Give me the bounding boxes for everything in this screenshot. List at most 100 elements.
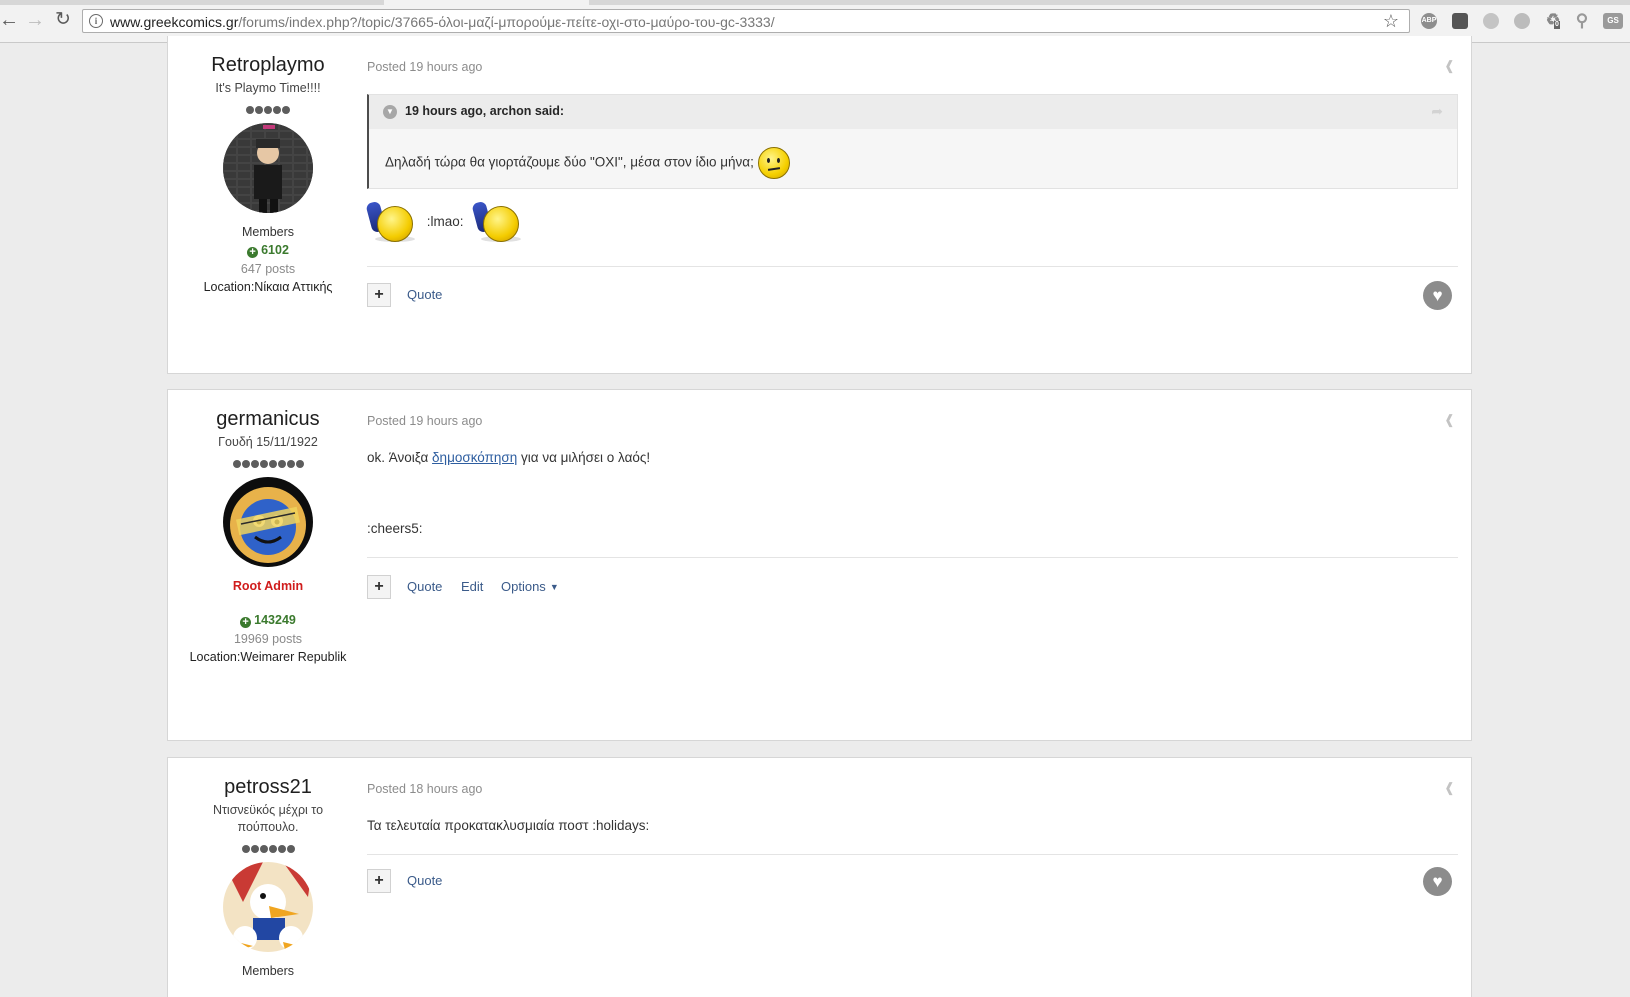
rank-pips: [168, 455, 368, 468]
share-icon[interactable]: ❰: [1444, 58, 1458, 73]
extension-badge: 0: [1554, 21, 1560, 29]
rank-pip: [295, 460, 304, 468]
reputation-badge[interactable]: +143249: [168, 613, 368, 628]
rank-pip: [273, 106, 281, 114]
options-label: Options: [501, 579, 546, 594]
multiquote-button[interactable]: +: [367, 869, 391, 893]
rank-pip: [232, 460, 241, 468]
adblock-extension-icon[interactable]: ABP: [1421, 13, 1437, 29]
post-body: ok. Άνοιξα δημοσκόπηση για να μιλήσει ο …: [367, 450, 650, 465]
tab-strip: [0, 0, 1630, 5]
author-title: Ντισνεϋκός μέχρι το πούπουλο.: [212, 803, 324, 834]
post-controls: + Quote Edit Options ▼: [367, 575, 1458, 599]
globe-extension-icon[interactable]: [1514, 13, 1530, 29]
rank-pip: [259, 845, 268, 853]
author-username[interactable]: germanicus: [168, 408, 368, 431]
reputation-value: 6102: [261, 243, 289, 257]
author-title: Γουδή 15/11/1922: [218, 435, 318, 449]
rank-pip: [250, 460, 259, 468]
divider: [367, 854, 1458, 855]
avatar[interactable]: [223, 477, 313, 567]
sad-smiley-icon: [757, 147, 790, 179]
gs-extension-icon[interactable]: GS: [1603, 13, 1623, 29]
rank-pip: [250, 845, 259, 853]
back-arrow-icon[interactable]: ←: [0, 9, 20, 31]
rank-pip: [277, 845, 286, 853]
mask-extension-icon[interactable]: [1452, 13, 1468, 29]
author-panel: petross21 Ντισνεϋκός μέχρι το πούπουλο. …: [168, 758, 368, 978]
poll-link[interactable]: δημοσκόπηση: [432, 450, 517, 465]
info-icon[interactable]: i: [89, 14, 103, 28]
share-extension-icon[interactable]: ♻ 0: [1545, 13, 1561, 29]
author-group: Root Admin: [232, 579, 304, 593]
post-controls: + Quote ♥: [367, 281, 1458, 310]
post-count: 647 posts: [240, 262, 296, 276]
pin-extension-icon[interactable]: ⚲: [1574, 12, 1590, 29]
rank-pip: [268, 845, 277, 853]
author-username[interactable]: petross21: [168, 776, 368, 799]
active-tab[interactable]: [384, 0, 589, 5]
avatar-image: [223, 477, 313, 567]
rank-pip: [259, 460, 268, 468]
reload-icon[interactable]: ↻: [52, 9, 74, 31]
edit-button[interactable]: Edit: [461, 579, 483, 594]
rank-pip: [282, 106, 290, 114]
forum-post: Retroplaymo It's Playmo Time!!!! Members…: [167, 36, 1472, 374]
author-username[interactable]: Retroplaymo: [168, 54, 368, 77]
post-body-2: :cheers5:: [367, 521, 423, 536]
quote-text-row: Δηλαδή τώρα θα γιορτάζουμε δύο "ΟΧΙ", μέ…: [385, 147, 790, 179]
post-text: ok. Άνοιξα: [367, 450, 429, 465]
avatar[interactable]: [223, 123, 313, 213]
quote-block: ▼ 19 hours ago, archon said: ➦ Δηλαδή τώ…: [367, 94, 1458, 189]
multiquote-button[interactable]: +: [367, 283, 391, 307]
reputation-badge[interactable]: +6102: [168, 243, 368, 258]
rank-pip: [255, 106, 263, 114]
quote-text: Δηλαδή τώρα θα γιορτάζουμε δύο "ΟΧΙ", μέ…: [385, 154, 754, 170]
plus-circle-icon: +: [240, 617, 252, 628]
quote-button[interactable]: Quote: [407, 287, 442, 302]
share-icon[interactable]: ❰: [1444, 780, 1458, 795]
post-date[interactable]: Posted 18 hours ago: [367, 782, 482, 796]
divider: [367, 266, 1458, 267]
url-path: /forums/index.php?/topic/37665-όλοι-μαζί…: [238, 14, 775, 30]
author-panel: Retroplaymo It's Playmo Time!!!! Members…: [168, 36, 368, 294]
url-text[interactable]: www.greekcomics.gr/forums/index.php?/top…: [110, 14, 775, 30]
author-group: Members: [241, 225, 295, 239]
author-location: Location:Weimarer Republik: [189, 650, 347, 664]
quote-button[interactable]: Quote: [407, 579, 442, 594]
post-date[interactable]: Posted 19 hours ago: [367, 414, 482, 428]
rank-pip: [286, 845, 295, 853]
quote-header: ▼ 19 hours ago, archon said: ➦: [369, 95, 1457, 129]
post-text: :lmao:: [426, 213, 464, 229]
laughing-emoji-icon: [471, 200, 522, 242]
heart-icon[interactable]: ♥: [1423, 867, 1452, 896]
rank-pip: [268, 460, 277, 468]
post-text: Τα τελευταία προκατακλυσμιαία ποστ :holi…: [367, 818, 650, 833]
quote-button[interactable]: Quote: [407, 873, 442, 888]
options-menu[interactable]: Options ▼: [501, 579, 559, 594]
bookmark-star-icon[interactable]: ☆: [1383, 10, 1399, 32]
go-to-quote-icon[interactable]: ➦: [1431, 103, 1443, 120]
author-location: Location:Νίκαια Αττικής: [203, 280, 333, 294]
quote-citation: 19 hours ago, archon said:: [405, 104, 565, 118]
rank-pips: [168, 101, 368, 114]
author-title: It's Playmo Time!!!!: [215, 81, 321, 95]
chevron-down-icon[interactable]: ▼: [383, 105, 397, 119]
shield-extension-icon[interactable]: [1483, 13, 1499, 29]
post-controls: + Quote ♥: [367, 867, 1458, 896]
forum-post: germanicus Γουδή 15/11/1922 Root Admin +…: [167, 389, 1472, 741]
post-body: :lmao:: [365, 200, 522, 242]
url-host: www.greekcomics.gr: [110, 14, 239, 30]
rank-pip: [241, 845, 250, 853]
forward-arrow-icon[interactable]: →: [24, 9, 46, 31]
post-count: 19969 posts: [233, 632, 303, 646]
avatar-image: [223, 123, 313, 213]
share-icon[interactable]: ❰: [1444, 412, 1458, 427]
plus-circle-icon: +: [247, 247, 259, 258]
multiquote-button[interactable]: +: [367, 575, 391, 599]
avatar[interactable]: [223, 862, 313, 952]
post-date[interactable]: Posted 19 hours ago: [367, 60, 482, 74]
heart-icon[interactable]: ♥: [1423, 281, 1452, 310]
address-bar[interactable]: i www.greekcomics.gr/forums/index.php?/t…: [82, 9, 1410, 33]
author-group: Members: [241, 964, 295, 978]
